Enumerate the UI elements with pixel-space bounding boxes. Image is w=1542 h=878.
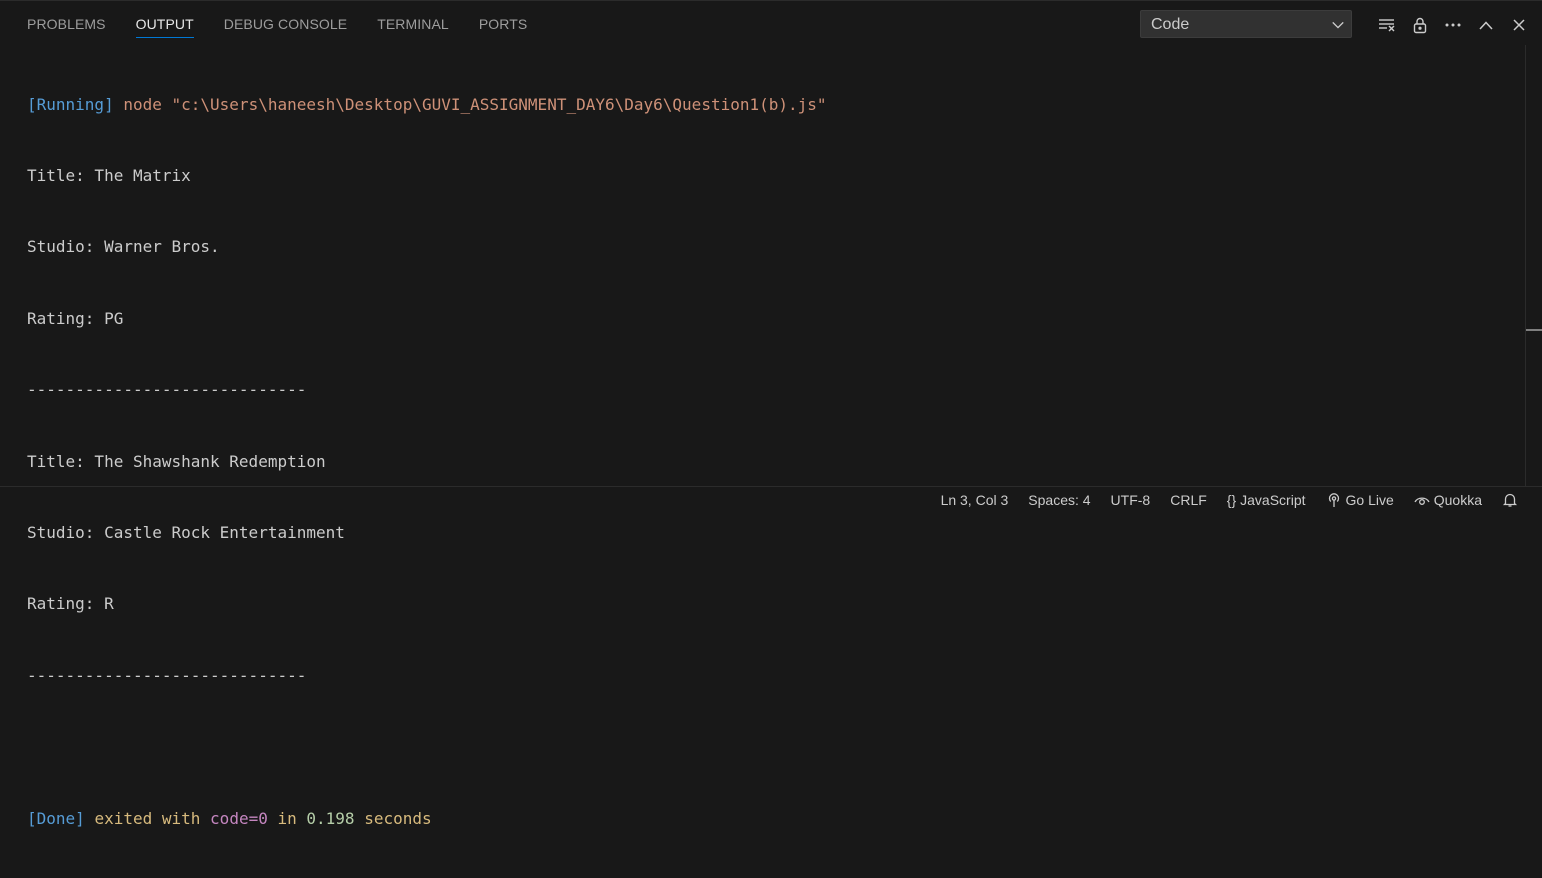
- done-text-seconds: seconds: [364, 808, 432, 828]
- status-language-mode[interactable]: {} JavaScript: [1217, 487, 1316, 513]
- done-text-in: in: [277, 808, 297, 828]
- tab-debug-console-label: DEBUG CONSOLE: [223, 16, 348, 32]
- done-tag: [Done]: [27, 808, 85, 828]
- more-actions-icon[interactable]: [1436, 13, 1469, 37]
- maximize-panel-icon[interactable]: [1469, 13, 1502, 37]
- tab-ports-label: PORTS: [478, 16, 528, 32]
- output-content[interactable]: [Running] node "c:\Users\haneesh\Desktop…: [27, 45, 1512, 878]
- status-language-label: JavaScript: [1240, 492, 1306, 508]
- done-exit-code: code=0: [210, 808, 268, 828]
- tab-terminal-label: TERMINAL: [377, 16, 449, 32]
- vertical-scrollbar[interactable]: [1525, 45, 1526, 487]
- broadcast-icon: [1326, 492, 1342, 508]
- status-encoding-label: UTF-8: [1110, 492, 1151, 508]
- status-indentation[interactable]: Spaces: 4: [1018, 487, 1100, 513]
- status-cursor-position[interactable]: Ln 3, Col 3: [931, 487, 1019, 513]
- tab-terminal[interactable]: TERMINAL: [362, 1, 464, 45]
- done-text-exited: exited with: [94, 808, 201, 828]
- done-time: 0.198: [306, 808, 355, 828]
- tab-output[interactable]: OUTPUT: [121, 1, 209, 45]
- clear-output-icon[interactable]: [1370, 13, 1403, 37]
- tab-problems[interactable]: PROBLEMS: [12, 1, 121, 45]
- output-running-line: [Running] node "c:\Users\haneesh\Desktop…: [27, 93, 1512, 117]
- running-command: node "c:\Users\haneesh\Desktop\GUVI_ASSI…: [123, 94, 827, 114]
- panel-tabs: PROBLEMS OUTPUT DEBUG CONSOLE TERMINAL P…: [12, 1, 542, 45]
- tab-problems-label: PROBLEMS: [27, 16, 106, 32]
- output-line: Title: The Shawshank Redemption: [27, 451, 326, 471]
- status-eol[interactable]: CRLF: [1160, 487, 1217, 513]
- tab-output-label: OUTPUT: [135, 14, 194, 38]
- status-cursor-position-label: Ln 3, Col 3: [940, 492, 1009, 508]
- close-icon[interactable]: [1502, 13, 1535, 37]
- status-bar: Ln 3, Col 3 Spaces: 4 UTF-8 CRLF {} Java…: [0, 486, 1542, 512]
- tab-ports[interactable]: PORTS: [464, 1, 542, 45]
- output-panel: PROBLEMS OUTPUT DEBUG CONSOLE TERMINAL P…: [0, 0, 1542, 828]
- notifications-bell-icon[interactable]: [1492, 487, 1528, 513]
- lock-icon[interactable]: [1403, 13, 1436, 37]
- status-eol-label: CRLF: [1170, 492, 1207, 508]
- status-go-live[interactable]: Go Live: [1316, 487, 1404, 513]
- output-line: Studio: Castle Rock Entertainment: [27, 522, 345, 542]
- status-quokka-label: Quokka: [1433, 492, 1482, 508]
- status-encoding[interactable]: UTF-8: [1101, 487, 1161, 513]
- output-line: Rating: R: [27, 594, 114, 614]
- output-line: -----------------------------: [27, 665, 307, 685]
- running-tag: [Running]: [27, 94, 114, 114]
- chevron-down-icon: [1331, 18, 1345, 37]
- status-indentation-label: Spaces: 4: [1028, 492, 1091, 508]
- status-go-live-label: Go Live: [1345, 492, 1394, 508]
- output-channel-value: Code: [1151, 16, 1190, 33]
- scrollbar-position-marker: [1526, 329, 1542, 331]
- panel-actions: [1370, 13, 1535, 37]
- tab-debug-console[interactable]: DEBUG CONSOLE: [209, 1, 362, 45]
- output-channel-select[interactable]: Code: [1140, 10, 1352, 38]
- output-line: -----------------------------: [27, 380, 307, 400]
- output-line: Studio: Warner Bros.: [27, 237, 220, 257]
- output-blank-line: [27, 735, 1512, 759]
- braces-icon: {}: [1226, 492, 1237, 508]
- output-line: Rating: PG: [27, 308, 124, 328]
- eye-icon: [1414, 493, 1430, 507]
- status-quokka[interactable]: Quokka: [1404, 487, 1492, 513]
- output-done-line: [Done] exited with code=0 in 0.198 secon…: [27, 807, 1512, 831]
- output-line: Title: The Matrix: [27, 165, 191, 185]
- status-bar-right-items: Ln 3, Col 3 Spaces: 4 UTF-8 CRLF {} Java…: [931, 487, 1528, 513]
